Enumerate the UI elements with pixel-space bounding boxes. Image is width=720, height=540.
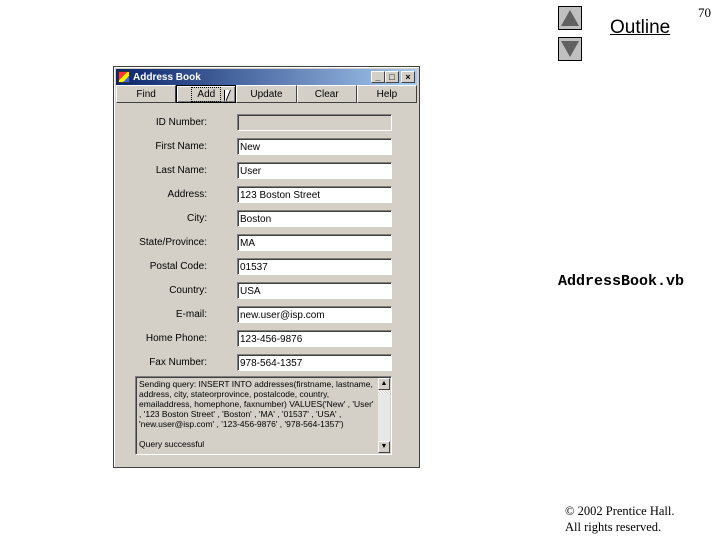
id-number-field[interactable] xyxy=(237,114,392,131)
first-name-label: First Name: xyxy=(155,141,207,152)
log-scrollbar[interactable]: ▲ ▼ xyxy=(378,378,390,453)
field-row-city: City: xyxy=(114,210,419,227)
clear-button-label: Clear xyxy=(314,88,339,100)
source-filename: AddressBook.vb xyxy=(558,273,685,290)
copyright-line-2: All rights reserved. xyxy=(565,520,662,534)
field-row-fax-number: Fax Number: xyxy=(114,354,419,371)
find-button[interactable]: Find xyxy=(116,85,177,103)
state-field[interactable] xyxy=(237,234,392,251)
address-book-window: Address Book _ □ × Find Add Update Clear… xyxy=(113,66,420,468)
address-label: Address: xyxy=(167,189,207,200)
app-icon xyxy=(118,71,130,83)
help-button-label: Help xyxy=(376,88,398,100)
clear-button[interactable]: Clear xyxy=(296,85,357,103)
country-field[interactable] xyxy=(237,282,392,299)
home-phone-field[interactable] xyxy=(237,330,392,347)
field-row-country: Country: xyxy=(114,282,419,299)
field-row-address: Address: xyxy=(114,186,419,203)
outline-link[interactable]: Outline xyxy=(610,17,670,39)
fax-number-field[interactable] xyxy=(237,354,392,371)
postal-code-label: Postal Code: xyxy=(149,261,207,272)
id-number-label: ID Number: xyxy=(155,117,207,128)
scroll-thumb[interactable] xyxy=(378,390,390,394)
minimize-button[interactable]: _ xyxy=(371,71,385,83)
triangle-down-icon xyxy=(561,41,579,57)
update-button[interactable]: Update xyxy=(236,85,297,103)
last-name-label: Last Name: xyxy=(155,165,207,176)
city-field[interactable] xyxy=(237,210,392,227)
page-number: 70 xyxy=(698,5,711,20)
maximize-button[interactable]: □ xyxy=(385,71,399,83)
mouse-pointer-icon xyxy=(225,90,230,102)
previous-slide-button[interactable] xyxy=(558,6,582,30)
last-name-field[interactable] xyxy=(237,162,392,179)
scroll-down-button[interactable]: ▼ xyxy=(378,441,390,453)
query-log-textbox[interactable]: Sending query: INSERT INTO addresses(fir… xyxy=(135,376,392,455)
scroll-up-button[interactable]: ▲ xyxy=(378,378,390,390)
close-button[interactable]: × xyxy=(401,71,415,83)
field-row-email: E-mail: xyxy=(114,306,419,323)
triangle-up-icon xyxy=(561,10,579,26)
address-field[interactable] xyxy=(237,186,392,203)
help-button[interactable]: Help xyxy=(356,85,418,103)
field-row-id-number: ID Number: xyxy=(114,114,419,131)
field-row-home-phone: Home Phone: xyxy=(114,330,419,347)
city-label: City: xyxy=(187,213,207,224)
field-row-last-name: Last Name: xyxy=(114,162,419,179)
postal-code-field[interactable] xyxy=(237,258,392,275)
window-title: Address Book xyxy=(133,71,201,83)
email-label: E-mail: xyxy=(175,309,207,320)
query-log-text: Sending query: INSERT INTO addresses(fir… xyxy=(139,379,374,449)
field-row-state: State/Province: xyxy=(114,234,419,251)
update-button-label: Update xyxy=(250,88,283,100)
find-button-label: Find xyxy=(136,88,156,100)
country-label: Country: xyxy=(169,285,207,296)
first-name-field[interactable] xyxy=(237,138,392,155)
add-button-label: Add xyxy=(191,86,222,102)
next-slide-button[interactable] xyxy=(558,37,582,61)
field-row-first-name: First Name: xyxy=(114,138,419,155)
email-field[interactable] xyxy=(237,306,392,323)
home-phone-label: Home Phone: xyxy=(145,333,207,344)
window-titlebar[interactable]: Address Book _ □ × xyxy=(116,69,417,85)
fax-number-label: Fax Number: xyxy=(149,357,207,368)
field-row-postal-code: Postal Code: xyxy=(114,258,419,275)
copyright-notice: © 2002 Prentice Hall. All rights reserve… xyxy=(565,503,674,535)
state-label: State/Province: xyxy=(139,237,207,248)
copyright-line-1: © 2002 Prentice Hall. xyxy=(565,504,675,518)
toolbar: Find Add Update Clear Help xyxy=(116,85,418,103)
